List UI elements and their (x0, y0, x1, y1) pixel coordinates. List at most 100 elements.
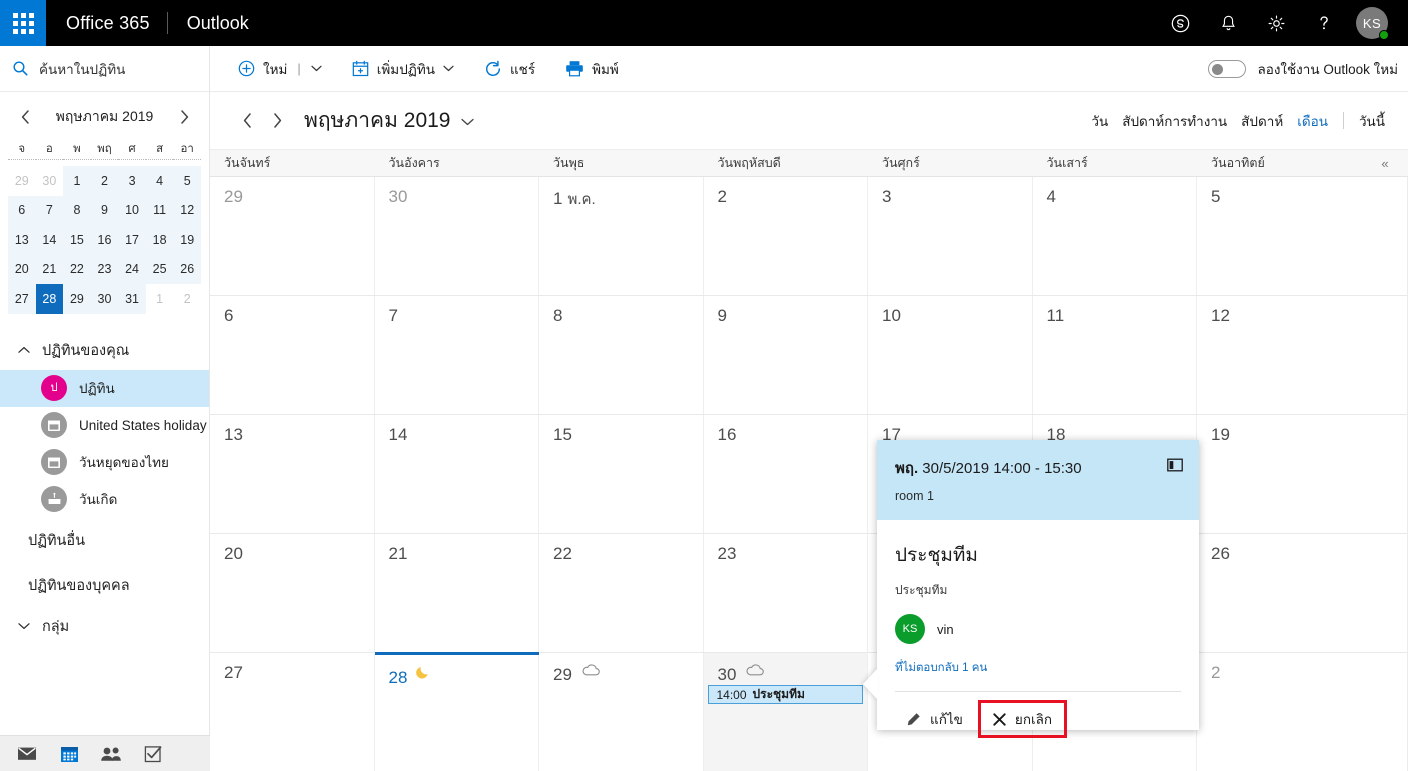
day-cell[interactable]: 20 (210, 534, 375, 652)
skype-icon[interactable] (1156, 0, 1204, 46)
mini-calendar-day[interactable]: 18 (145, 225, 174, 255)
chevron-down-icon[interactable] (443, 63, 454, 75)
mini-calendar-day[interactable]: 21 (35, 254, 64, 284)
people-icon[interactable] (98, 742, 124, 766)
mini-calendar-day[interactable]: 2 (173, 284, 201, 314)
day-cell[interactable]: 13 (210, 415, 375, 533)
mini-calendar-day[interactable]: 27 (8, 284, 36, 314)
view-work-week[interactable]: สัปดาห์การทำงาน (1115, 106, 1234, 136)
mini-calendar-day[interactable]: 29 (63, 284, 91, 314)
mini-calendar-day[interactable]: 1 (63, 166, 91, 196)
day-cell[interactable]: 10 (868, 296, 1033, 414)
mini-calendar-day[interactable]: 30 (36, 166, 64, 196)
mini-calendar-day[interactable]: 17 (118, 225, 146, 255)
cancel-button[interactable]: ยกเลิก (977, 700, 1068, 738)
day-cell[interactable]: 29 (210, 177, 375, 295)
sidebar-calendar-item-2[interactable]: วันหยุดของไทย (0, 444, 209, 481)
mini-calendar-day[interactable]: 14 (35, 225, 64, 255)
day-cell[interactable]: 27 (210, 653, 375, 771)
add-calendar-button[interactable]: เพิ่มปฏิทิน (342, 53, 464, 85)
sidebar-item-other-calendars[interactable]: ปฏิทินอื่น (0, 518, 209, 563)
calendar-icon[interactable] (56, 742, 82, 766)
mini-calendar-day[interactable]: 10 (118, 195, 146, 225)
mini-calendar-next-button[interactable] (173, 104, 195, 130)
group-groups[interactable]: กลุ่ม (0, 608, 209, 646)
day-cell[interactable]: 26 (1197, 534, 1362, 652)
open-pane-icon[interactable] (1167, 458, 1183, 477)
day-cell[interactable]: 4 (1033, 177, 1197, 295)
day-cell[interactable]: 29 (539, 653, 704, 771)
day-cell[interactable]: 22 (539, 534, 704, 652)
day-cell[interactable]: 30 (375, 177, 539, 295)
collapse-pane-icon[interactable]: « (1362, 150, 1408, 176)
new-event-button[interactable]: ใหม่ | (228, 53, 332, 85)
mini-calendar-day[interactable]: 11 (145, 195, 174, 225)
mini-calendar-day[interactable]: 24 (118, 254, 146, 284)
mini-calendar-day[interactable]: 16 (90, 225, 119, 255)
mini-calendar-day[interactable]: 6 (8, 195, 36, 225)
today-button[interactable]: วันนี้ (1352, 106, 1392, 136)
mini-calendar-day[interactable]: 4 (145, 166, 174, 196)
print-button[interactable]: พิมพ์ (555, 53, 629, 85)
mini-calendar-prev-button[interactable] (14, 104, 36, 130)
calendar-event-chip[interactable]: 14:00 ประชุมทีม (707, 685, 863, 704)
chevron-down-icon[interactable] (461, 113, 475, 129)
day-cell[interactable]: 2 (704, 177, 868, 295)
mini-calendar-day[interactable]: 28 (35, 284, 64, 314)
mini-calendar-day[interactable]: 31 (118, 284, 146, 314)
mini-calendar-day[interactable]: 20 (8, 254, 36, 284)
group-your-calendars[interactable]: ปฏิทินของคุณ (0, 332, 209, 370)
mini-calendar-day[interactable]: 19 (173, 225, 201, 255)
previous-month-button[interactable] (232, 106, 262, 136)
day-cell[interactable]: 5 (1197, 177, 1362, 295)
mini-calendar-day[interactable]: 15 (63, 225, 91, 255)
mini-calendar-day[interactable]: 26 (173, 254, 201, 284)
search-input[interactable]: ค้นหาในปฏิทิน (0, 46, 209, 92)
app-title-outlook[interactable]: Outlook (168, 13, 249, 34)
day-cell[interactable]: 19 (1197, 415, 1362, 533)
chevron-down-icon[interactable] (311, 63, 322, 75)
mini-calendar-day[interactable]: 2 (90, 166, 119, 196)
day-cell[interactable]: 9 (704, 296, 868, 414)
view-month[interactable]: เดือน (1290, 106, 1335, 136)
attendee-row[interactable]: KS vin (895, 614, 1181, 644)
mini-calendar-day[interactable]: 5 (173, 166, 201, 196)
response-summary-link[interactable]: ที่ไม่ตอบกลับ 1 คน (895, 659, 1181, 677)
avatar[interactable]: KS (1348, 0, 1396, 46)
view-week[interactable]: สัปดาห์ (1234, 106, 1290, 136)
day-cell[interactable]: 2 (1197, 653, 1362, 771)
mini-calendar-day[interactable]: 7 (35, 195, 64, 225)
day-cell[interactable]: 3 (868, 177, 1033, 295)
sidebar-item-people-calendars[interactable]: ปฏิทินของบุคคล (0, 563, 209, 608)
day-cell[interactable]: 14 (375, 415, 539, 533)
next-month-button[interactable] (262, 106, 292, 136)
day-cell[interactable]: 1 พ.ค. (539, 177, 704, 295)
bell-icon[interactable] (1204, 0, 1252, 46)
day-cell[interactable]: 30 14:00 ประชุมทีม (703, 653, 868, 771)
new-outlook-toggle[interactable] (1208, 59, 1247, 78)
day-cell[interactable]: 7 (375, 296, 539, 414)
mini-calendar-day[interactable]: 1 (146, 284, 174, 314)
sidebar-calendar-item-3[interactable]: วันเกิด (0, 481, 209, 518)
day-cell[interactable]: 12 (1197, 296, 1362, 414)
edit-button[interactable]: แก้ไข (895, 700, 974, 738)
mini-calendar-day[interactable]: 3 (118, 166, 146, 196)
day-cell[interactable]: 21 (375, 534, 539, 652)
mini-calendar-day[interactable]: 29 (8, 166, 36, 196)
mail-icon[interactable] (14, 742, 40, 766)
day-cell[interactable]: 8 (539, 296, 704, 414)
gear-icon[interactable] (1252, 0, 1300, 46)
mini-calendar-day[interactable]: 9 (90, 195, 119, 225)
mini-calendar-day[interactable]: 22 (63, 254, 91, 284)
mini-calendar-day[interactable]: 8 (63, 195, 91, 225)
day-cell[interactable]: 16 (704, 415, 868, 533)
mini-calendar-day[interactable]: 30 (90, 284, 119, 314)
day-cell[interactable]: 23 (704, 534, 868, 652)
brand-office365[interactable]: Office 365 (46, 13, 167, 34)
mini-calendar-day[interactable]: 25 (145, 254, 174, 284)
sidebar-calendar-item-1[interactable]: United States holiday (0, 407, 209, 444)
day-cell[interactable]: 15 (539, 415, 704, 533)
tasks-icon[interactable] (140, 742, 166, 766)
sidebar-calendar-item-0[interactable]: ป ปฏิทิน (0, 369, 209, 407)
view-day[interactable]: วัน (1084, 106, 1115, 136)
